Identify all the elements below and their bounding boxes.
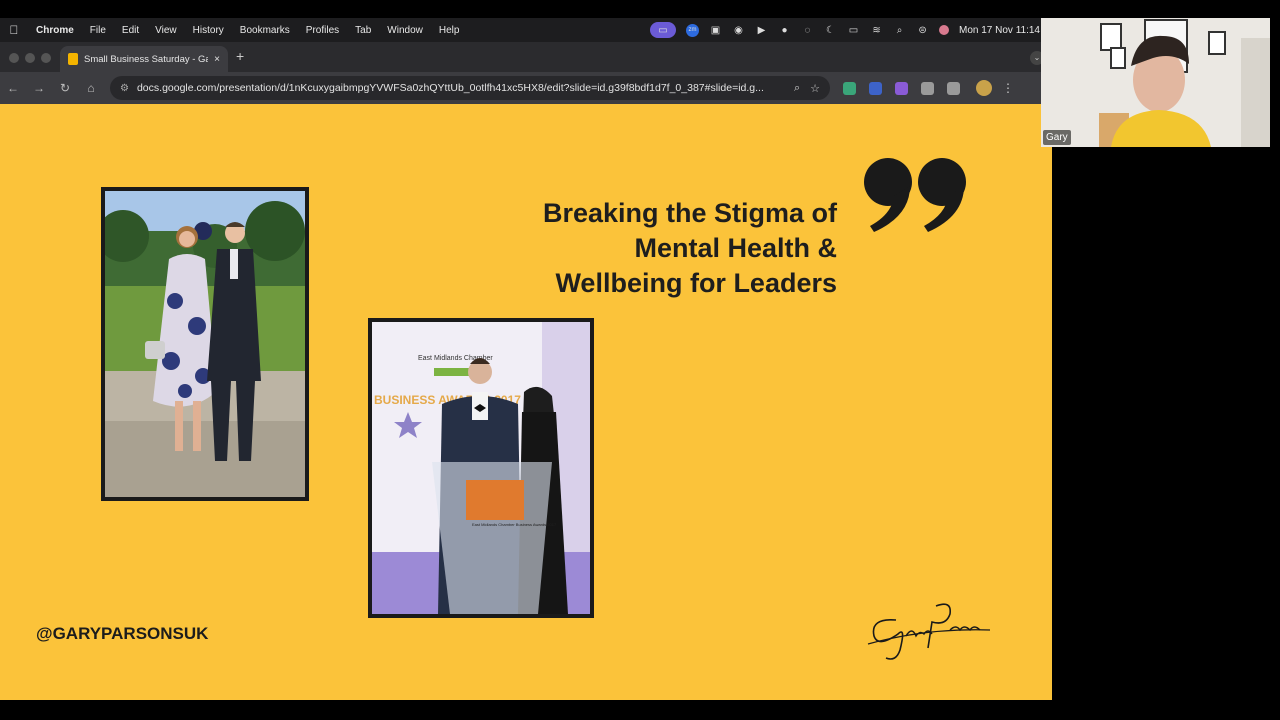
social-handle: @GARYPARSONSUK [36,624,209,643]
menu-file[interactable]: File [82,25,114,36]
awards-photo: East Midlands Chamber BUSINESS AWARDS 20… [368,318,594,618]
extension-3-icon[interactable] [895,81,908,95]
reload-icon[interactable]: ↻ [52,81,78,95]
tab-title: Small Business Saturday - Ga [84,53,209,65]
extension-1-icon[interactable] [843,81,856,95]
menu-window[interactable]: Window [379,25,431,36]
display-icon[interactable]: ▣ [709,24,722,37]
lectern-text: East Midlands Chamber Business Awards 20… [472,522,557,527]
home-icon[interactable]: ⌂ [78,81,104,95]
menu-help[interactable]: Help [431,25,468,36]
slides-favicon-icon [68,53,78,65]
url-text[interactable]: docs.google.com/presentation/d/1nKcuxyga… [137,82,784,94]
battery-icon[interactable]: ▭ [847,24,860,37]
menu-history[interactable]: History [185,25,232,36]
menu-bookmarks[interactable]: Bookmarks [232,25,298,36]
status-tray: ▭ zm ▣ ◉ ▶ ● ◌ ☾ ▭ ≋ ⌕ ⊜ Mon 17 Nov 11:1… [650,22,1042,38]
participant-video[interactable]: Gary [1041,18,1270,147]
moon-icon[interactable]: ☾ [824,24,837,37]
menu-tab[interactable]: Tab [347,25,379,36]
site-info-icon[interactable]: ⚙ [120,83,129,94]
presentation-slide: East Midlands Chamber BUSINESS AWARDS 20… [0,104,1052,700]
participant-name: Gary [1043,130,1071,145]
extension-5-icon[interactable] [947,81,960,95]
clock[interactable]: Mon 17 Nov 11:14 [959,25,1040,36]
forward-icon[interactable]: → [26,81,52,95]
bookmark-star-icon[interactable]: ☆ [810,82,820,95]
screen-record-icon[interactable]: ▭ [650,22,677,38]
back-icon[interactable]: ← [0,81,26,95]
tab-active[interactable]: Small Business Saturday - Ga × [60,46,228,72]
signature-graphic [867,603,991,660]
menu-view[interactable]: View [147,25,185,36]
wifi-icon[interactable]: ≋ [870,24,883,37]
grammarly-icon[interactable]: ◉ [732,24,745,37]
extensions-puzzle-icon[interactable] [921,81,934,95]
menu-edit[interactable]: Edit [114,25,147,36]
slide-headline: Breaking the Stigma of Mental Health & W… [542,198,837,298]
control-center-icon[interactable]: ⊜ [916,24,929,37]
apple-icon[interactable]:  [0,23,28,37]
browser-toolbar: ← → ↻ ⌂ ⚙ docs.google.com/presentation/d… [0,72,1042,104]
couple-photo [101,187,309,501]
window-minimize-button[interactable] [25,53,35,63]
zoom-lens-icon[interactable]: ⌕ [794,82,800,95]
circle-icon[interactable]: ● [778,24,791,37]
play-icon[interactable]: ▶ [755,24,768,37]
user-icon[interactable] [939,25,950,35]
address-bar[interactable]: ⚙ docs.google.com/presentation/d/1nKcuxy… [110,76,830,100]
window-zoom-button[interactable] [41,53,51,63]
menu-profiles[interactable]: Profiles [298,25,347,36]
moon-arc-icon[interactable]: ◌ [801,24,814,37]
extension-2-icon[interactable] [869,81,882,95]
tab-strip: Small Business Saturday - Ga × + ⌄ [0,42,1044,72]
chrome-menu-icon[interactable]: ⋮ [1002,81,1014,95]
close-tab-icon[interactable]: × [214,54,220,65]
new-tab-button[interactable]: + [236,48,244,64]
window-close-button[interactable] [9,53,19,63]
zoom-icon[interactable]: zm [686,23,700,37]
quotation-mark-icon [864,158,966,232]
menu-app-chrome[interactable]: Chrome [28,25,82,36]
mac-menu-bar:  Chrome File Edit View History Bookmark… [0,18,1042,42]
search-icon[interactable]: ⌕ [893,24,906,37]
profile-avatar[interactable] [976,80,992,96]
